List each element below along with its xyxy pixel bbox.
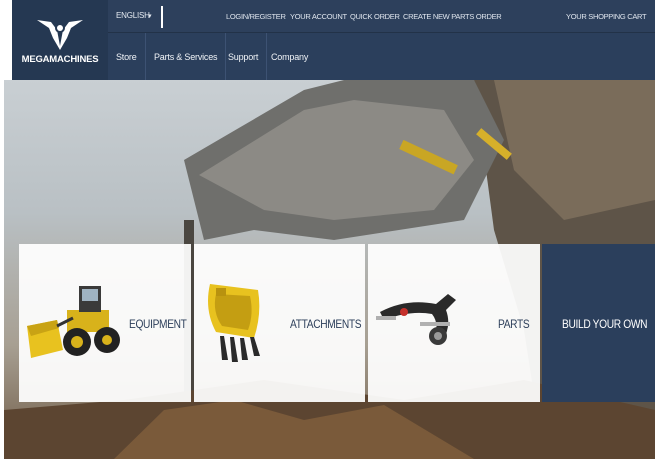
create-parts-order-link[interactable]: CREATE NEW PARTS ORDER [403, 12, 502, 21]
page-frame: MEGAMACHINES ENGLISH ▾ LOGIN/REGISTER YO… [4, 0, 655, 459]
tile-attachments[interactable]: ATTACHMENTS [194, 244, 365, 402]
login-register-link[interactable]: LOGIN/REGISTER [226, 12, 286, 21]
chevron-down-icon[interactable]: ▾ [148, 12, 152, 20]
tile-parts[interactable]: PARTS [368, 244, 540, 402]
tile-attachments-label: ATTACHMENTS [290, 317, 362, 331]
quick-order-link[interactable]: QUICK ORDER [350, 12, 400, 21]
nav-item-support[interactable]: Support [220, 33, 268, 80]
tile-equipment[interactable]: EQUIPMENT [19, 244, 191, 402]
excavator-bucket-icon [208, 284, 260, 362]
winged-shield-logo-icon [37, 19, 83, 50]
logo[interactable]: MEGAMACHINES [12, 0, 108, 80]
shopping-cart-link[interactable]: YOUR SHOPPING CART [566, 12, 647, 21]
language-divider [161, 6, 163, 28]
language-selector[interactable]: ENGLISH [116, 11, 150, 20]
tile-equipment-label: EQUIPMENT [129, 317, 187, 331]
tile-build-your-own-label: BUILD YOUR OWN [562, 317, 648, 331]
utility-bar: ENGLISH ▾ LOGIN/REGISTER YOUR ACCOUNT QU… [108, 0, 655, 33]
brand-name: MEGAMACHINES [21, 53, 99, 65]
main-nav: Store Parts & Services Support Company [108, 33, 655, 80]
nav-item-parts-services[interactable]: Parts & Services [146, 33, 227, 80]
tile-build-your-own[interactable]: BUILD YOUR OWN [542, 244, 655, 402]
tile-parts-label: PARTS [498, 317, 530, 331]
your-account-link[interactable]: YOUR ACCOUNT [290, 12, 347, 21]
nav-item-company[interactable]: Company [263, 33, 316, 80]
wheel-loader-icon [27, 286, 120, 358]
site-header: MEGAMACHINES ENGLISH ▾ LOGIN/REGISTER YO… [12, 0, 655, 80]
suspension-arm-icon [376, 294, 456, 345]
nav-item-store[interactable]: Store [108, 33, 146, 80]
